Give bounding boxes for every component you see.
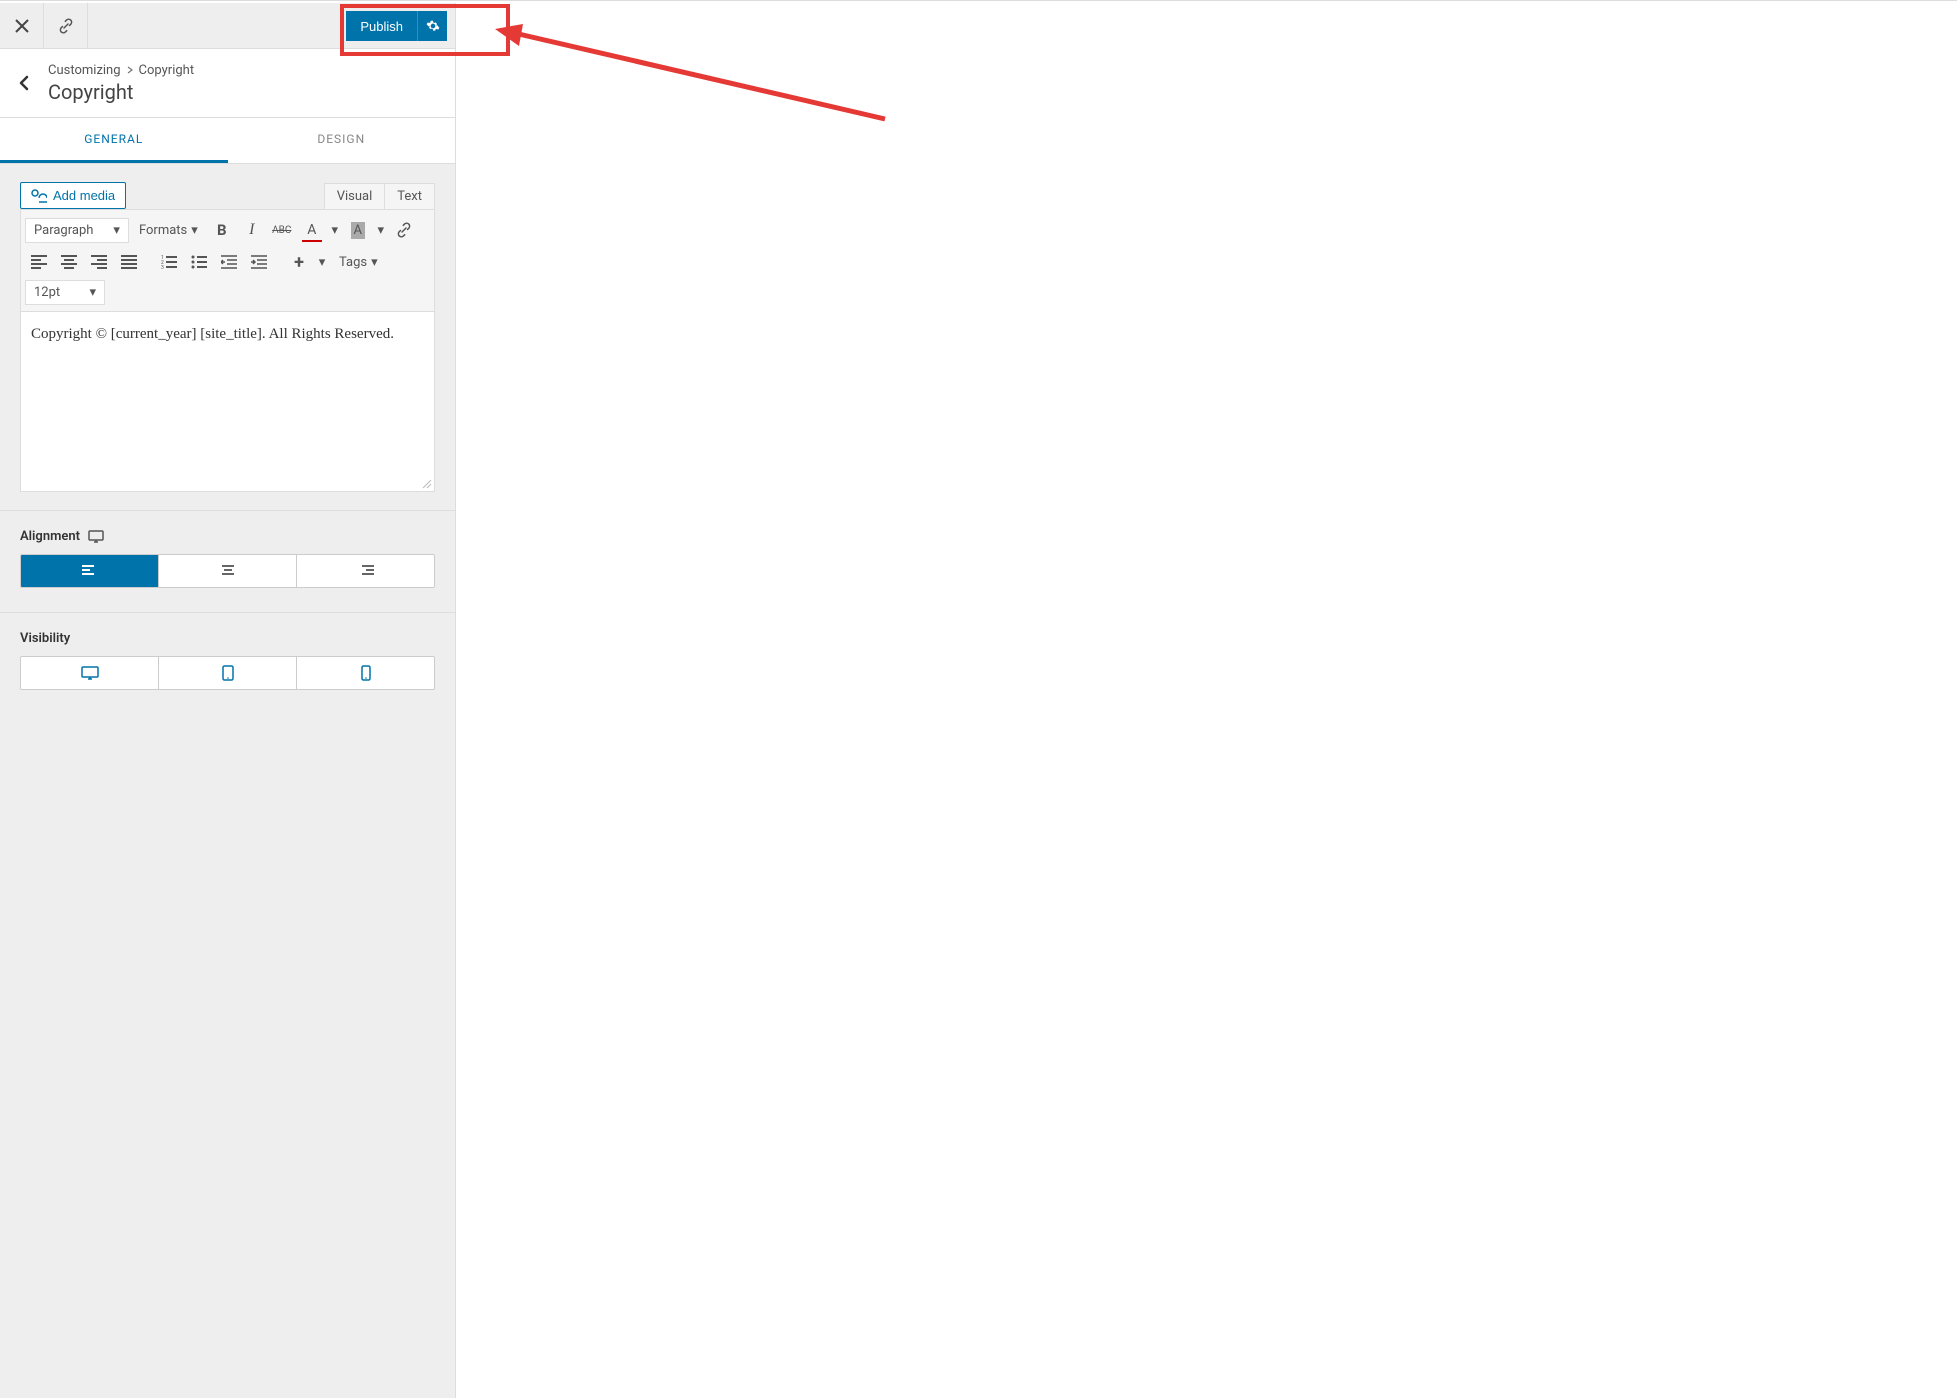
visibility-label: Visibility [20, 631, 435, 646]
align-right-icon [91, 255, 107, 269]
media-icon [31, 189, 47, 203]
link-icon [58, 18, 74, 34]
align-left-icon [82, 565, 98, 577]
chevron-left-icon [18, 75, 30, 91]
formats-select[interactable]: Formats ▾ [131, 219, 206, 242]
visibility-group [20, 656, 435, 690]
insert-dropdown[interactable]: ▾ [315, 248, 329, 276]
align-justify-button[interactable] [115, 248, 143, 276]
gear-icon [426, 19, 440, 33]
align-justify-icon [121, 255, 137, 269]
link-button[interactable] [44, 3, 88, 49]
align-left-option[interactable] [21, 555, 159, 587]
customizer-sidebar: Publish Customizing Copyright Copyright … [0, 3, 456, 1398]
text-color-dropdown[interactable]: ▾ [328, 216, 342, 244]
alignment-group [20, 554, 435, 588]
outdent-icon [221, 255, 237, 269]
editor-section: Add media Visual Text Paragraph ▾ Format… [0, 164, 455, 511]
visibility-mobile[interactable] [297, 657, 434, 689]
breadcrumb-panel: Customizing Copyright Copyright [0, 49, 455, 118]
alignment-label: Alignment [20, 529, 435, 544]
highlight-button[interactable]: A [344, 216, 372, 244]
breadcrumb-root: Customizing [48, 63, 121, 78]
align-right-option[interactable] [297, 555, 434, 587]
add-media-button[interactable]: Add media [20, 182, 126, 209]
caret-down-icon: ▾ [371, 255, 378, 270]
highlight-dropdown[interactable]: ▾ [374, 216, 388, 244]
text-tab[interactable]: Text [385, 183, 435, 209]
editor-content[interactable]: Copyright © [current_year] [site_title].… [20, 312, 435, 492]
align-right-button[interactable] [85, 248, 113, 276]
publish-label: Publish [360, 19, 403, 34]
paragraph-select[interactable]: Paragraph ▾ [25, 218, 129, 243]
annotation-arrow [495, 24, 895, 134]
ul-icon [191, 255, 207, 269]
tablet-icon [222, 665, 234, 681]
caret-down-icon: ▾ [89, 285, 96, 300]
chevron-right-icon [127, 66, 133, 74]
publish-settings-button[interactable] [417, 11, 447, 41]
mobile-icon [361, 665, 371, 681]
close-button[interactable] [0, 3, 44, 49]
indent-button[interactable] [245, 248, 273, 276]
editor-mode-tabs: Visual Text [324, 183, 435, 209]
visibility-desktop[interactable] [21, 657, 159, 689]
strikethrough-button[interactable]: ABC [268, 216, 296, 244]
outdent-button[interactable] [215, 248, 243, 276]
unordered-list-button[interactable] [185, 248, 213, 276]
align-center-button[interactable] [55, 248, 83, 276]
link-icon [396, 222, 412, 238]
alignment-section: Alignment [0, 511, 455, 613]
resize-grip-icon[interactable] [420, 477, 432, 489]
visual-tab[interactable]: Visual [324, 183, 386, 209]
breadcrumb-current: Copyright [139, 63, 195, 78]
align-right-icon [358, 565, 374, 577]
align-center-icon [61, 255, 77, 269]
caret-down-icon: ▾ [191, 223, 198, 238]
back-button[interactable] [0, 59, 48, 107]
align-left-icon [31, 255, 47, 269]
insert-link-button[interactable] [390, 216, 418, 244]
indent-icon [251, 255, 267, 269]
breadcrumb: Customizing Copyright [48, 63, 455, 78]
tags-select[interactable]: Tags ▾ [331, 251, 386, 274]
editor-text: Copyright © [current_year] [site_title].… [31, 326, 394, 342]
ol-icon: 123 [161, 255, 177, 269]
editor-toolbar: Paragraph ▾ Formats ▾ B I ABC A ▾ A ▾ [20, 209, 435, 312]
desktop-icon [81, 666, 99, 681]
align-center-icon [220, 565, 236, 577]
insert-button[interactable]: + [285, 248, 313, 276]
ordered-list-button[interactable]: 123 [155, 248, 183, 276]
add-media-label: Add media [53, 188, 115, 203]
visibility-tablet[interactable] [159, 657, 297, 689]
tab-design[interactable]: DESIGN [228, 118, 456, 163]
align-center-option[interactable] [159, 555, 297, 587]
align-left-button[interactable] [25, 248, 53, 276]
publish-wrap: Publish [346, 3, 455, 49]
italic-button[interactable]: I [238, 216, 266, 244]
publish-button[interactable]: Publish [346, 11, 417, 41]
desktop-icon [88, 530, 104, 544]
tab-general[interactable]: GENERAL [0, 118, 228, 163]
bold-button[interactable]: B [208, 216, 236, 244]
visibility-section: Visibility [0, 613, 455, 714]
page-title: Copyright [48, 80, 455, 104]
caret-down-icon: ▾ [113, 223, 120, 238]
close-icon [15, 19, 29, 33]
fontsize-select[interactable]: 12pt ▾ [25, 280, 105, 305]
text-color-button[interactable]: A [298, 216, 326, 244]
svg-text:3: 3 [161, 265, 164, 269]
tabs: GENERAL DESIGN [0, 118, 455, 164]
header-bar: Publish [0, 3, 455, 49]
